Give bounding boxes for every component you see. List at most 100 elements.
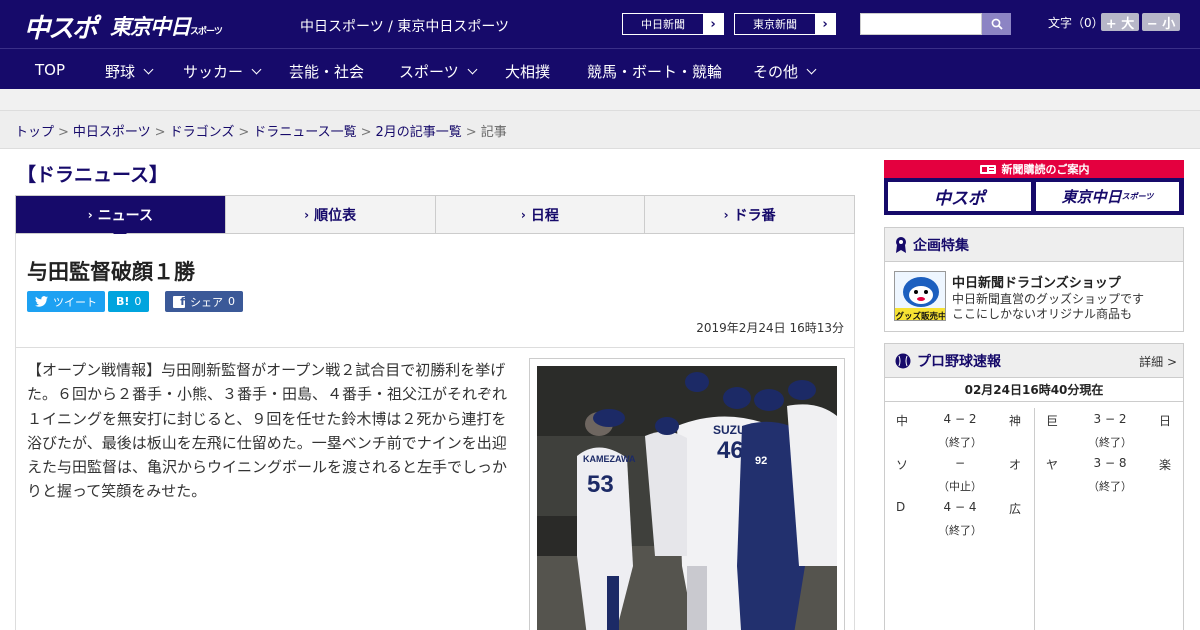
score: − bbox=[954, 456, 966, 470]
special-features-header: 企画特集 bbox=[885, 228, 1183, 262]
nav-item-baseball[interactable]: 野球 bbox=[105, 61, 154, 82]
nav-label: その他 bbox=[753, 63, 799, 81]
subscribe-tokyo-label: 東京中日 bbox=[1061, 188, 1122, 206]
tab-label: 順位表 bbox=[314, 207, 357, 224]
tab-label: ドラ番 bbox=[733, 207, 776, 224]
chevron-right-icon: › bbox=[520, 207, 526, 222]
facebook-share-label: シェア bbox=[190, 295, 223, 309]
breadcrumb-separator: > bbox=[154, 125, 166, 140]
article-body: 【オープン戦情報】与田剛新監督がオープン戦２試合目で初勝利を挙げた。６回から２番… bbox=[15, 347, 855, 630]
font-smaller-button[interactable]: − 小 bbox=[1142, 13, 1180, 32]
nav-item-sumo[interactable]: 大相撲 bbox=[505, 61, 550, 82]
article-photo: KAMEZAWA 53 SUZUKI 46 92 bbox=[537, 366, 837, 630]
subscribe-tokyo-chunichi-button[interactable]: 東京中日 スポーツ bbox=[1036, 182, 1179, 211]
tab-schedule[interactable]: › 日程 bbox=[434, 196, 645, 233]
tokyo-shimbun-link[interactable]: 東京新聞 › bbox=[734, 13, 836, 35]
breadcrumb: トップ > 中日スポーツ > ドラゴンズ > ドラニュース一覧 >2月の記事一覧 > 記事 bbox=[15, 121, 507, 140]
away-team: 広 bbox=[1009, 502, 1022, 516]
hatena-bookmark-button[interactable]: B! 0 bbox=[108, 291, 150, 312]
special-features-card: 企画特集 グッズ販売中 中日新聞ドラゴンズショップ 中日新聞直営のグッズショップ… bbox=[884, 227, 1184, 332]
breadcrumb-dora-news-list[interactable]: ドラニュース一覧 bbox=[253, 125, 356, 140]
facebook-count: 0 bbox=[228, 295, 235, 308]
jersey-number-mid: 46 bbox=[717, 437, 744, 464]
section-title: 【ドラニュース】 bbox=[17, 164, 169, 186]
jersey-number-right: 92 bbox=[755, 455, 767, 467]
nav-item-sports[interactable]: スポーツ bbox=[399, 61, 478, 82]
nav-item-other[interactable]: その他 bbox=[753, 61, 817, 82]
scores-right-column: 巨 3 − 2 日 （終了） ヤ 3 − 8 楽 （終了） bbox=[1035, 408, 1184, 496]
breadcrumb-separator: > bbox=[465, 125, 477, 140]
shop-desc-line-2: ここにしかないオリジナル商品も bbox=[952, 307, 1133, 321]
nav-label: TOP bbox=[35, 61, 66, 79]
scores-detail-link[interactable]: 詳細 > bbox=[1139, 353, 1177, 370]
chevron-down-icon bbox=[806, 64, 817, 75]
article-text: 【オープン戦情報】与田剛新監督がオープン戦２試合目で初勝利を挙げた。６回から２番… bbox=[27, 361, 508, 501]
nav-item-racing[interactable]: 競馬・ボート・競輪 bbox=[587, 61, 722, 82]
breadcrumb-separator: > bbox=[238, 125, 250, 140]
nav-item-soccer[interactable]: サッカー bbox=[183, 61, 262, 82]
breadcrumb-chuspo[interactable]: 中日スポーツ bbox=[73, 125, 151, 140]
game-status: （終了） bbox=[938, 524, 982, 537]
newspaper-icon bbox=[979, 164, 996, 174]
search-icon bbox=[991, 18, 1003, 30]
font-larger-button[interactable]: + 大 bbox=[1101, 13, 1139, 32]
ribbon-icon bbox=[896, 236, 906, 253]
breadcrumb-dragons[interactable]: ドラゴンズ bbox=[170, 125, 235, 140]
jersey-number-left: 53 bbox=[587, 471, 614, 498]
shop-item[interactable]: グッズ販売中 中日新聞ドラゴンズショップ 中日新聞直営のグッズショップです ここ… bbox=[885, 262, 1183, 332]
score-row[interactable]: ヤ 3 − 8 楽 （終了） bbox=[1035, 452, 1184, 496]
breadcrumb-top[interactable]: トップ bbox=[15, 125, 54, 140]
search-button[interactable] bbox=[982, 13, 1011, 35]
tokyo-chunichi-logo[interactable]: 東京中日スポーツ bbox=[110, 11, 223, 41]
chuspo-logo[interactable]: 中スポ bbox=[24, 8, 98, 45]
facebook-icon: f bbox=[173, 295, 185, 308]
site-header: 中スポ 東京中日スポーツ 中日スポーツ / 東京中日スポーツ 中日新聞 › 東京… bbox=[0, 0, 1200, 48]
breadcrumb-separator: > bbox=[58, 125, 69, 140]
pro-baseball-scores-card: プロ野球速報 詳細 > 02月24日16時40分現在 中 4 − 2 神 （終了… bbox=[884, 343, 1184, 630]
tweet-button[interactable]: ツイート bbox=[27, 291, 105, 312]
subscribe-chuspo-button[interactable]: 中スポ bbox=[888, 182, 1031, 211]
score-row[interactable]: D 4 − 4 広 （終了） bbox=[885, 496, 1034, 540]
scores-left-column: 中 4 − 2 神 （終了） ソ − オ （中止） D 4 − 4 広 （終了） bbox=[885, 408, 1034, 540]
score-row[interactable]: ソ − オ （中止） bbox=[885, 452, 1034, 496]
article-headline: 与田監督破顔１勝 bbox=[27, 260, 195, 284]
nav-item-top[interactable]: TOP bbox=[35, 61, 65, 79]
ad-strip bbox=[0, 89, 1200, 111]
shop-title: 中日新聞ドラゴンズショップ bbox=[952, 276, 1121, 291]
site-tagline: 中日スポーツ / 東京中日スポーツ bbox=[300, 19, 510, 35]
team-celebration-photo: KAMEZAWA 53 SUZUKI 46 92 bbox=[537, 366, 837, 630]
scores-title: プロ野球速報 bbox=[917, 353, 1001, 370]
chevron-right-icon: › bbox=[815, 14, 835, 34]
score-row[interactable]: 巨 3 − 2 日 （終了） bbox=[1035, 408, 1184, 452]
nav-label: 競馬・ボート・競輪 bbox=[587, 63, 723, 81]
home-team: ソ bbox=[896, 458, 909, 472]
tab-dora-ban[interactable]: › ドラ番 bbox=[644, 196, 854, 233]
baseball-icon bbox=[895, 353, 911, 368]
nav-label: 大相撲 bbox=[505, 63, 551, 81]
chevron-down-icon bbox=[467, 64, 478, 75]
breadcrumb-february-list[interactable]: 2月の記事一覧 bbox=[376, 125, 462, 140]
tab-news[interactable]: › ニュース bbox=[16, 196, 225, 240]
game-status: （終了） bbox=[1088, 436, 1132, 449]
chunichi-shimbun-link[interactable]: 中日新聞 › bbox=[622, 13, 724, 35]
chevron-right-icon: › bbox=[703, 14, 723, 34]
chevron-right-icon: › bbox=[87, 207, 93, 222]
nav-label: 野球 bbox=[105, 63, 136, 81]
jersey-name-left: KAMEZAWA bbox=[583, 454, 636, 464]
game-status: （終了） bbox=[1088, 480, 1132, 493]
breadcrumb-current: 記事 bbox=[480, 125, 507, 140]
shop-thumb-caption: グッズ販売中 bbox=[895, 311, 946, 321]
shop-description: 中日新聞直営のグッズショップです ここにしかないオリジナル商品も bbox=[952, 292, 1144, 322]
chevron-right-icon: › bbox=[723, 207, 729, 222]
score-row[interactable]: 中 4 − 2 神 （終了） bbox=[885, 408, 1034, 452]
search-input[interactable] bbox=[860, 13, 982, 35]
facebook-share-button[interactable]: f シェア 0 bbox=[165, 291, 243, 312]
article-photo-frame[interactable]: KAMEZAWA 53 SUZUKI 46 92 bbox=[529, 358, 845, 630]
tab-standings[interactable]: › 順位表 bbox=[224, 196, 435, 233]
away-team: 日 bbox=[1159, 414, 1172, 428]
away-team: 楽 bbox=[1159, 458, 1172, 472]
article-date: 2019年2月24日 16時13分 bbox=[696, 321, 844, 335]
nav-item-entertainment[interactable]: 芸能・社会 bbox=[289, 61, 364, 82]
hatena-icon: B! bbox=[116, 295, 130, 308]
tokyo-logo-small: スポーツ bbox=[190, 27, 223, 37]
